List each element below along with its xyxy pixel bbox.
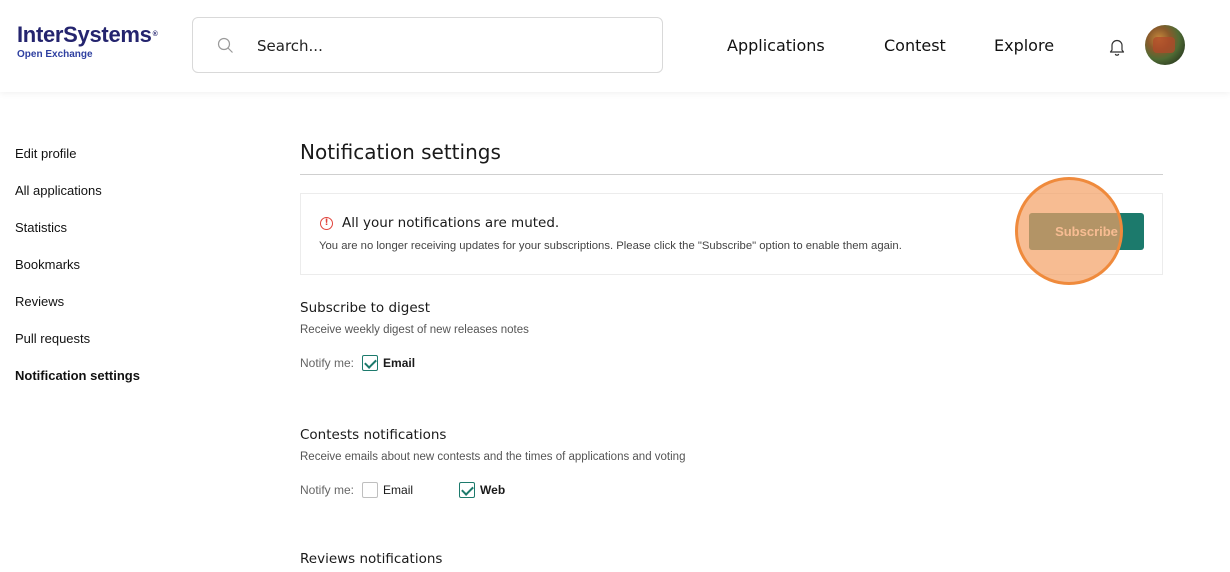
section-description: Receive weekly digest of new releases no… bbox=[300, 324, 529, 336]
search-box[interactable] bbox=[192, 17, 663, 73]
bell-icon[interactable] bbox=[1108, 37, 1126, 57]
sidebar-item-bookmarks[interactable]: Bookmarks bbox=[15, 257, 140, 294]
alert-circle-icon: ! bbox=[320, 217, 333, 230]
sidebar-item-all-applications[interactable]: All applications bbox=[15, 183, 140, 220]
subscribe-button[interactable]: Subscribe bbox=[1029, 213, 1144, 250]
nav-applications[interactable]: Applications bbox=[727, 36, 825, 55]
notify-label: Notify me: bbox=[300, 356, 355, 370]
top-header: InterSystems® Open Exchange Applications… bbox=[0, 0, 1230, 92]
muted-alert-box: ! All your notifications are muted. You … bbox=[300, 193, 1163, 275]
logo-subtitle: Open Exchange bbox=[17, 49, 93, 60]
notify-row: Notify me: Email Web bbox=[300, 482, 685, 498]
sidebar-item-edit-profile[interactable]: Edit profile bbox=[15, 146, 140, 183]
search-icon bbox=[217, 37, 233, 53]
section-title: Subscribe to digest bbox=[300, 300, 430, 316]
page-title: Notification settings bbox=[300, 140, 501, 164]
section-title: Contests notifications bbox=[300, 427, 447, 443]
title-divider bbox=[300, 174, 1163, 175]
profile-sidebar: Edit profile All applications Statistics… bbox=[15, 146, 140, 405]
nav-explore[interactable]: Explore bbox=[994, 36, 1054, 55]
contests-web-label[interactable]: Web bbox=[480, 483, 505, 497]
digest-email-label[interactable]: Email bbox=[383, 356, 415, 370]
notify-label: Notify me: bbox=[300, 483, 355, 497]
notify-row: Notify me: Email bbox=[300, 355, 529, 371]
contests-web-checkbox[interactable] bbox=[459, 482, 476, 498]
reviews-section: Reviews notifications bbox=[300, 551, 442, 567]
sidebar-item-statistics[interactable]: Statistics bbox=[15, 220, 140, 257]
contests-email-checkbox[interactable] bbox=[362, 482, 379, 498]
logo-title: InterSystems® bbox=[17, 22, 158, 47]
section-title: Reviews notifications bbox=[300, 551, 443, 567]
alert-title: All your notifications are muted. bbox=[342, 215, 560, 231]
sidebar-item-reviews[interactable]: Reviews bbox=[15, 294, 140, 331]
digest-section: Subscribe to digest Receive weekly diges… bbox=[300, 300, 529, 371]
contests-section: Contests notifications Receive emails ab… bbox=[300, 427, 685, 498]
alert-message: You are no longer receiving updates for … bbox=[319, 240, 902, 252]
sidebar-item-pull-requests[interactable]: Pull requests bbox=[15, 331, 140, 368]
search-input[interactable] bbox=[257, 33, 647, 59]
section-description: Receive emails about new contests and th… bbox=[300, 451, 686, 463]
contests-email-label[interactable]: Email bbox=[383, 483, 413, 497]
nav-contest[interactable]: Contest bbox=[884, 36, 946, 55]
intersystems-logo[interactable]: InterSystems® Open Exchange bbox=[17, 22, 158, 61]
sidebar-item-notification-settings[interactable]: Notification settings bbox=[15, 368, 140, 405]
digest-email-checkbox[interactable] bbox=[362, 355, 379, 371]
user-avatar[interactable] bbox=[1145, 25, 1185, 65]
